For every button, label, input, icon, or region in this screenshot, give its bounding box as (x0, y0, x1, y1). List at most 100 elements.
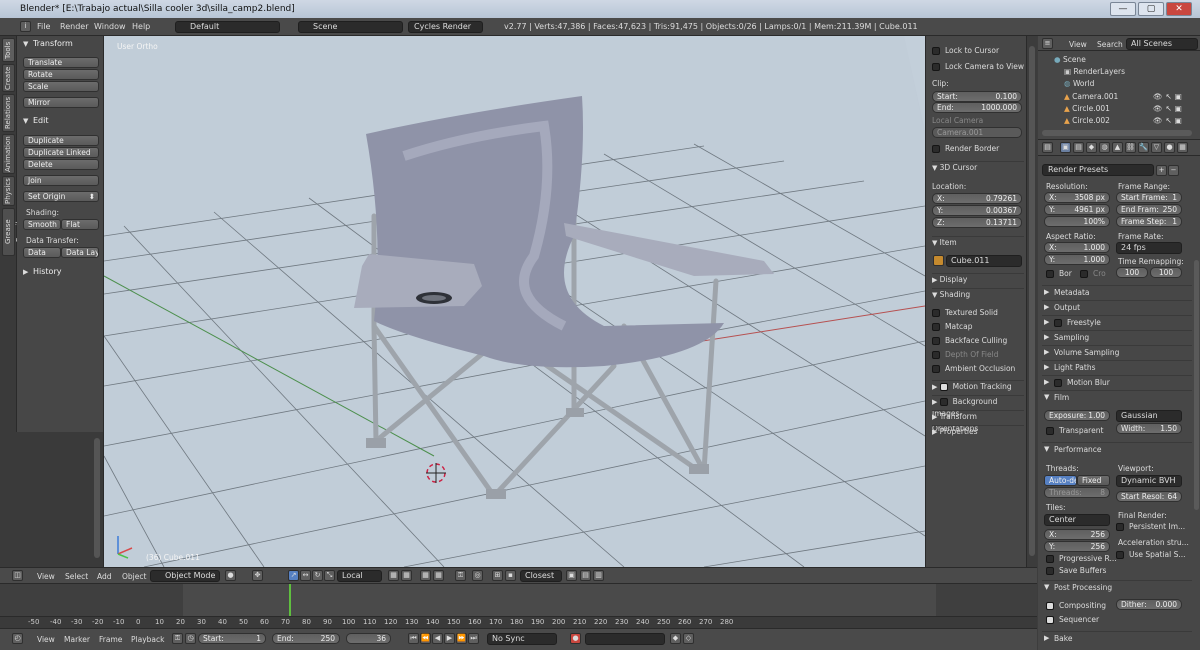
material-tab-icon[interactable]: ● (1164, 142, 1175, 153)
maximize-button[interactable]: ▢ (1138, 2, 1164, 16)
layer-icon[interactable]: ▦ (433, 570, 444, 581)
clip-start-field[interactable]: Start: 0.100 (932, 91, 1022, 102)
performance-panel[interactable]: ▼ Performance (1042, 442, 1192, 455)
constraints-tab-icon[interactable]: ⛓ (1125, 142, 1136, 153)
fps-select[interactable]: 24 fps (1116, 242, 1182, 254)
play-icon[interactable]: ▶ (444, 633, 455, 644)
remap-old-field[interactable]: 100 (1116, 267, 1148, 278)
lock-camera-toggle[interactable]: Lock Camera to View (932, 61, 1024, 73)
object-menu[interactable]: Object (122, 572, 146, 581)
light-paths-panel[interactable]: ▶ Light Paths (1042, 360, 1192, 373)
outliner-item-circle-001[interactable]: ▲ Circle.001 (1064, 104, 1110, 113)
scale-manipulator-icon[interactable]: ⤡ (324, 570, 335, 581)
outliner-editor-icon[interactable]: ≡ (1042, 38, 1053, 49)
end-frame-field[interactable]: End Fram: 250 (1116, 204, 1182, 215)
frame-step-field[interactable]: Frame Step: 1 (1116, 216, 1182, 227)
outliner-item-renderlayers[interactable]: ▣ RenderLayers (1064, 67, 1125, 76)
motion-tracking-panel[interactable]: ▶ Motion Tracking (932, 380, 1024, 392)
proportional-edit-icon[interactable]: ◎ (472, 570, 483, 581)
duplicate-button[interactable]: Duplicate (23, 135, 99, 146)
ambient-occlusion-toggle[interactable]: Ambient Occlusion (932, 363, 1024, 375)
film-panel[interactable]: ▼ Film (1042, 390, 1192, 403)
jump-start-icon[interactable]: ⏮ (408, 633, 419, 644)
bake-panel[interactable]: ▶ Bake (1042, 631, 1192, 644)
renderlayers-tab-icon[interactable]: ▤ (1073, 142, 1084, 153)
editor-type-icon[interactable]: ◫ (12, 570, 23, 581)
tile-y-field[interactable]: Y: 256 (1044, 541, 1110, 552)
edit-panel-header[interactable]: ▼ Edit (17, 114, 103, 128)
threads-auto-detect-button[interactable]: Auto-dete (1044, 475, 1077, 486)
rotate-button[interactable]: Rotate (23, 69, 99, 80)
join-button[interactable]: Join (23, 175, 99, 186)
output-panel[interactable]: ▶ Output (1042, 300, 1192, 313)
cursor-y-field[interactable]: Y: 0.00367 (932, 205, 1022, 216)
data-tab-icon[interactable]: ▽ (1151, 142, 1162, 153)
modifiers-tab-icon[interactable]: 🔧 (1138, 142, 1149, 153)
translate-button[interactable]: Translate (23, 57, 99, 68)
outliner-item-camera[interactable]: ▲ Camera.001 (1064, 92, 1118, 101)
frame-menu[interactable]: Frame (99, 635, 122, 644)
pixel-filter-select[interactable]: Gaussian (1116, 410, 1182, 422)
compositing-toggle[interactable]: Compositing (1046, 601, 1106, 610)
shelf-scrollbar[interactable] (1029, 46, 1035, 556)
timeline-view-menu[interactable]: View (37, 635, 55, 644)
visibility-icons[interactable]: 👁↖▣ (1153, 92, 1185, 101)
sampling-panel[interactable]: ▶ Sampling (1042, 330, 1192, 343)
delete-keyframe-icon[interactable]: ◇ (683, 633, 694, 644)
outliner-scrollbar[interactable] (1042, 130, 1192, 136)
menu-file[interactable]: File (37, 18, 50, 36)
3d-cursor-panel-header[interactable]: ▼ 3D Cursor (932, 161, 1024, 173)
tile-x-field[interactable]: X: 256 (1044, 529, 1110, 540)
scene-tab-icon[interactable]: ◆ (1086, 142, 1097, 153)
jump-end-icon[interactable]: ⏭ (468, 633, 479, 644)
shading-panel-header[interactable]: ▼ Shading (932, 288, 1024, 300)
render-presets-select[interactable]: Render Presets (1042, 164, 1154, 176)
opengl-render-icon[interactable]: ▤ (580, 570, 591, 581)
viewport-shading-icon[interactable]: ● (225, 570, 236, 581)
record-icon[interactable]: ● (570, 633, 581, 644)
history-panel-header[interactable]: ▶ History (17, 265, 103, 279)
playback-menu[interactable]: Playback (131, 635, 164, 644)
menu-window[interactable]: Window (94, 18, 126, 36)
cursor-z-field[interactable]: Z: 0.13711 (932, 217, 1022, 228)
render-preview-icon[interactable]: ▣ (566, 570, 577, 581)
item-name-field[interactable]: Cube.011 (946, 255, 1022, 267)
properties-editor-icon[interactable]: ▤ (1042, 142, 1053, 153)
resolution-percent-field[interactable]: 100% (1044, 216, 1110, 227)
use-spatial-splits-toggle[interactable]: Use Spatial S... (1116, 550, 1186, 559)
aspect-x-field[interactable]: X: 1.000 (1044, 242, 1110, 253)
resolution-x-field[interactable]: X: 3508 px (1044, 192, 1110, 203)
transform-orientation-select[interactable]: Local (337, 570, 382, 582)
layer-icon[interactable]: ▦ (420, 570, 431, 581)
tab-tools[interactable]: Tools (2, 38, 15, 62)
tile-order-select[interactable]: Center (1044, 514, 1110, 526)
manipulator-icon[interactable]: ↗ (288, 570, 299, 581)
pivot-point-icon[interactable]: ✥ (252, 570, 263, 581)
select-menu[interactable]: Select (65, 572, 88, 581)
properties-panel[interactable]: ▶ Properties (932, 425, 1024, 437)
remove-preset-button[interactable]: − (1168, 165, 1179, 176)
tab-animation[interactable]: Animation (2, 134, 15, 174)
render-border-toggle[interactable]: Render Border (932, 143, 1024, 155)
screen-layout-select[interactable]: Default (175, 21, 280, 33)
start-frame-field[interactable]: Start Frame: 1 (1116, 192, 1182, 203)
dither-field[interactable]: Dither: 0.000 (1116, 599, 1182, 610)
matcap-toggle[interactable]: Matcap (932, 321, 1024, 333)
exposure-field[interactable]: Exposure: 1.00 (1044, 410, 1110, 421)
threads-fixed-button[interactable]: Fixed (1077, 475, 1110, 486)
lock-icon[interactable]: ⚿ (455, 570, 466, 581)
menu-render[interactable]: Render (60, 18, 88, 36)
display-panel-header[interactable]: ▶ Display (932, 273, 1024, 285)
aspect-y-field[interactable]: Y: 1.000 (1044, 254, 1110, 265)
backface-culling-toggle[interactable]: Backface Culling (932, 335, 1024, 347)
marker-menu[interactable]: Marker (64, 635, 90, 644)
post-processing-panel[interactable]: ▼ Post Processing (1042, 580, 1192, 593)
add-menu[interactable]: Add (97, 572, 112, 581)
freestyle-panel[interactable]: ▶ Freestyle (1042, 315, 1192, 328)
persistent-images-toggle[interactable]: Persistent Im... (1116, 522, 1185, 531)
cursor-x-field[interactable]: X: 0.79261 (932, 193, 1022, 204)
save-buffers-toggle[interactable]: Save Buffers (1046, 566, 1106, 575)
transform-orientations-panel[interactable]: ▶ Transform Orientations (932, 410, 1024, 433)
viewport-bvh-select[interactable]: Dynamic BVH (1116, 475, 1182, 487)
interaction-mode-select[interactable]: Object Mode (150, 570, 220, 582)
